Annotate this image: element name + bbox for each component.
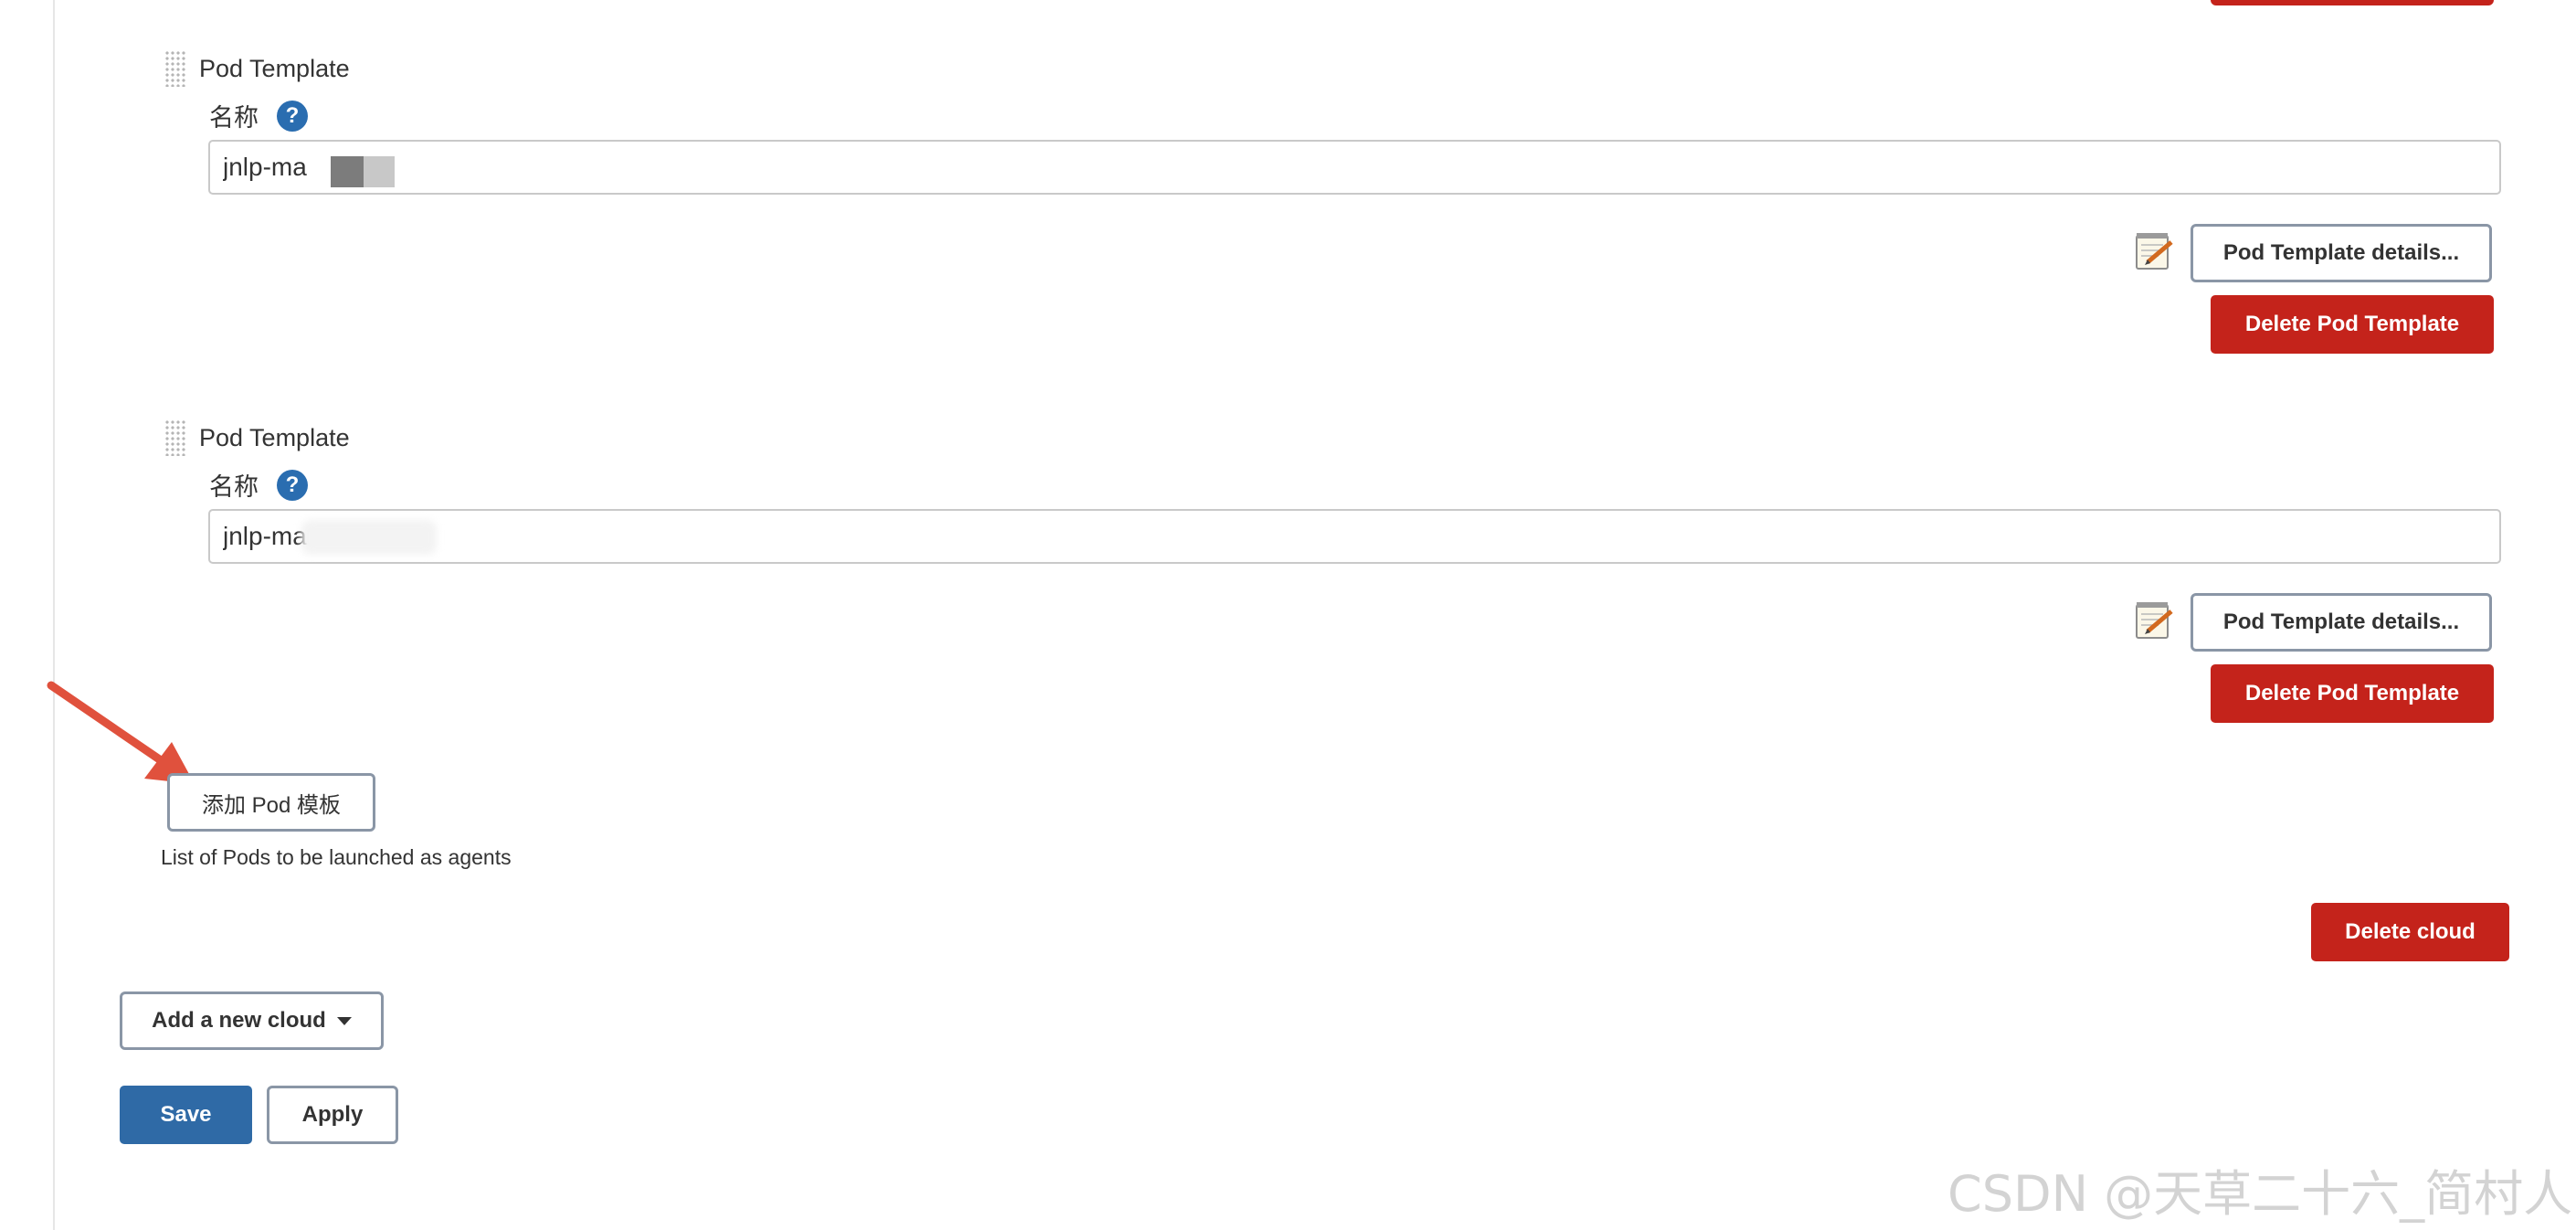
help-icon[interactable]: ? bbox=[277, 100, 308, 132]
pod-template-details-button[interactable]: Pod Template details... bbox=[2191, 593, 2492, 652]
caret-down-icon bbox=[336, 1016, 352, 1025]
pod-template-header: Pod Template bbox=[164, 50, 350, 87]
help-icon[interactable]: ? bbox=[277, 469, 308, 501]
drag-handle-icon[interactable] bbox=[164, 419, 186, 456]
redaction-mark bbox=[301, 520, 437, 555]
left-border bbox=[53, 0, 55, 1230]
notepad-pencil-icon bbox=[2136, 602, 2173, 639]
pod-template-1: Pod Template 名称 ? Pod Template details..… bbox=[164, 50, 2503, 379]
add-new-cloud-button[interactable]: Add a new cloud bbox=[120, 991, 384, 1050]
redaction-mark bbox=[331, 156, 364, 187]
add-pod-template-button[interactable]: 添加 Pod 模板 bbox=[167, 773, 375, 832]
pod-template-name-input[interactable] bbox=[208, 140, 2501, 195]
delete-pod-template-button[interactable]: Delete Pod Template bbox=[2211, 295, 2494, 354]
add-new-cloud-label: Add a new cloud bbox=[152, 1008, 326, 1033]
pod-template-2: Pod Template 名称 ? Pod Template details..… bbox=[164, 419, 2503, 748]
save-button[interactable]: Save bbox=[120, 1086, 252, 1144]
pod-template-header: Pod Template bbox=[164, 419, 350, 456]
pods-help-text: List of Pods to be launched as agents bbox=[161, 845, 512, 869]
name-label: 名称 ? bbox=[209, 467, 308, 503]
notepad-pencil-icon bbox=[2136, 233, 2173, 270]
pod-template-name-input[interactable] bbox=[208, 509, 2501, 564]
apply-button[interactable]: Apply bbox=[267, 1086, 398, 1144]
pod-template-title: Pod Template bbox=[199, 54, 350, 82]
delete-pod-template-button[interactable]: Delete Pod Template bbox=[2211, 664, 2494, 723]
delete-cloud-button[interactable]: Delete cloud bbox=[2311, 903, 2509, 961]
name-label-text: 名称 bbox=[209, 104, 259, 132]
redaction-mark bbox=[364, 156, 395, 187]
name-label: 名称 ? bbox=[209, 98, 308, 133]
pod-template-title: Pod Template bbox=[199, 423, 350, 451]
watermark: CSDN @天草二十六_简村人 bbox=[1948, 1165, 2573, 1223]
name-label-text: 名称 bbox=[209, 473, 259, 501]
delete-button-partial[interactable] bbox=[2211, 0, 2494, 5]
pod-template-details-button[interactable]: Pod Template details... bbox=[2191, 224, 2492, 282]
drag-handle-icon[interactable] bbox=[164, 50, 186, 87]
